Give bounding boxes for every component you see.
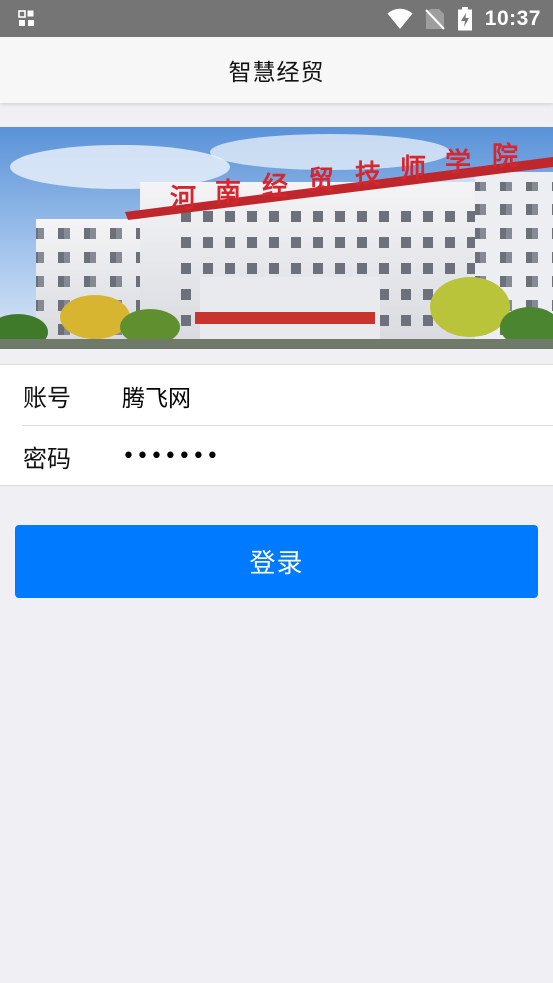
- login-button[interactable]: 登录: [15, 525, 538, 598]
- account-input[interactable]: [100, 365, 553, 426]
- wifi-icon: [387, 8, 413, 30]
- svg-text:学: 学: [445, 147, 471, 178]
- battery-charging-icon: [457, 6, 473, 31]
- svg-text:贸: 贸: [308, 166, 334, 196]
- svg-text:院: 院: [492, 141, 518, 172]
- account-label: 账号: [23, 384, 71, 412]
- app-grid-icon: [18, 10, 35, 27]
- nav-bar: 智慧经贸: [0, 37, 553, 103]
- svg-text:河: 河: [170, 184, 196, 214]
- password-input[interactable]: [100, 426, 553, 487]
- banner-image: 河 南 经 贸 技 师 学 院: [0, 127, 553, 349]
- clock: 10:37: [484, 6, 541, 30]
- no-sim-icon: [425, 8, 445, 30]
- account-row: 账号: [0, 365, 553, 426]
- svg-text:师: 师: [400, 154, 426, 184]
- login-form: 账号 密码: [0, 364, 553, 487]
- password-label: 密码: [23, 445, 71, 473]
- password-row: 密码: [0, 426, 553, 487]
- campus-photo: 河 南 经 贸 技 师 学 院: [0, 127, 553, 349]
- svg-text:技: 技: [355, 160, 381, 190]
- svg-text:南: 南: [215, 178, 241, 208]
- page-title: 智慧经贸: [228, 60, 325, 86]
- status-bar: 10:37: [0, 0, 553, 37]
- svg-text:经: 经: [262, 171, 288, 202]
